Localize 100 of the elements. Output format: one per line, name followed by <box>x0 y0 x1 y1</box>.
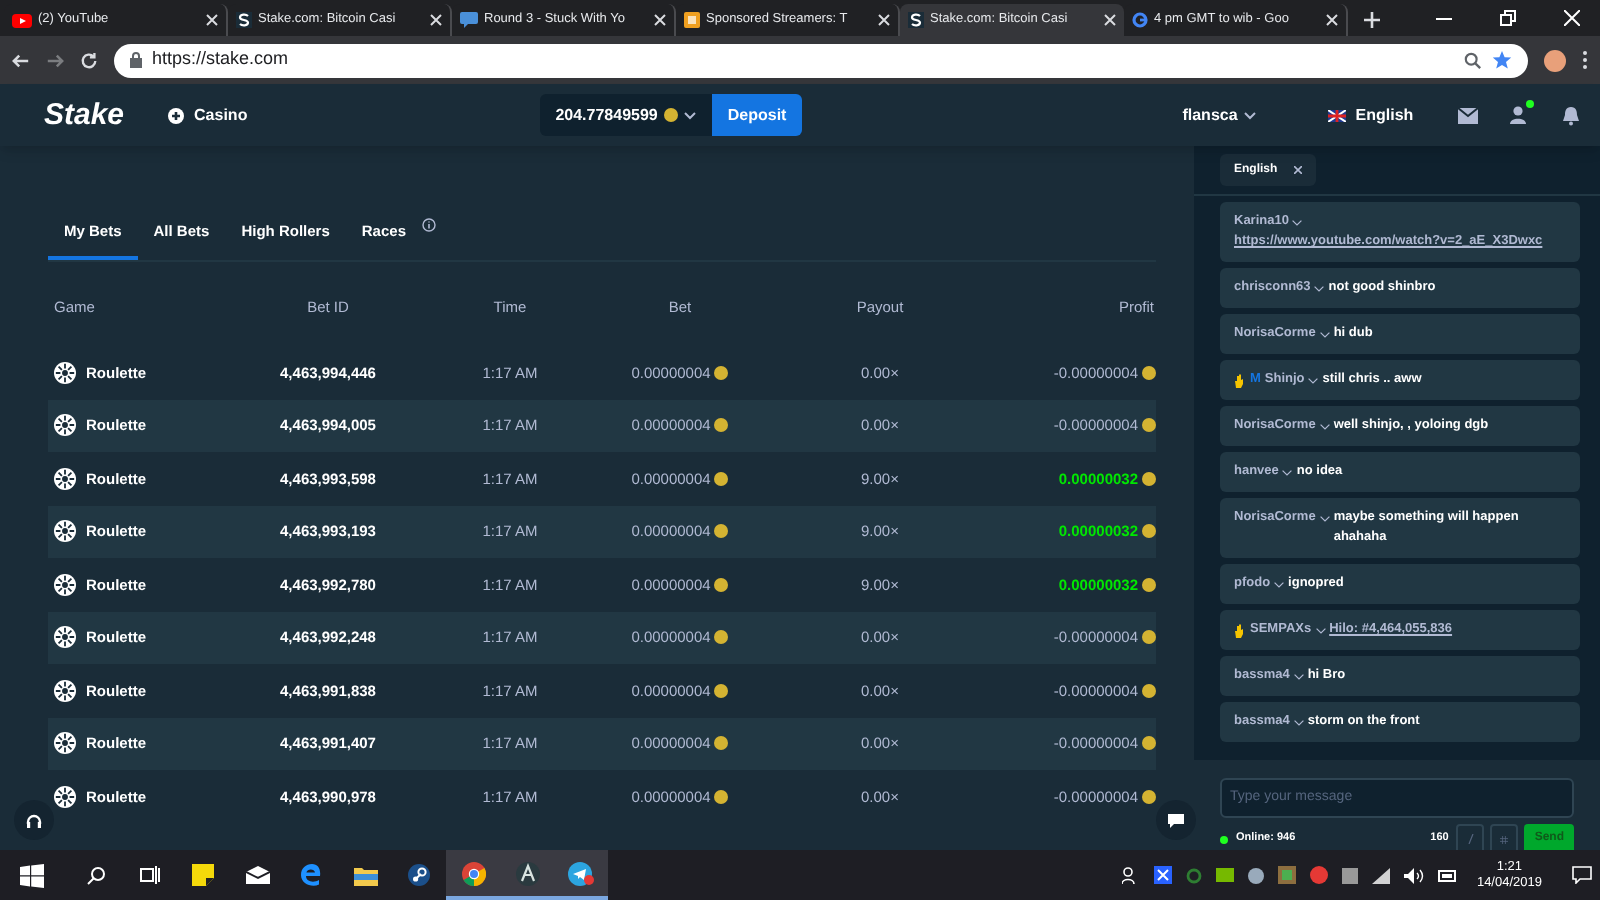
minimize-icon[interactable] <box>1436 17 1452 19</box>
s-logo-icon <box>908 12 924 28</box>
menu-icon[interactable] <box>1582 50 1588 70</box>
chevron-icon[interactable] <box>1314 286 1325 292</box>
chrome-icon[interactable] <box>461 861 485 885</box>
back-icon[interactable] <box>12 51 30 69</box>
chevron-icon[interactable] <box>1274 582 1285 588</box>
ring-icon[interactable] <box>1186 867 1203 883</box>
coin-icon <box>1142 683 1156 698</box>
volume-icon[interactable] <box>1404 867 1425 883</box>
envelope-icon[interactable] <box>245 866 269 884</box>
chevron-icon[interactable] <box>1282 470 1293 476</box>
a-emblem-icon[interactable] <box>515 861 539 885</box>
close-icon[interactable] <box>206 14 218 26</box>
chevron-icon <box>683 111 696 119</box>
coin-icon <box>714 683 729 698</box>
coin-icon <box>1142 789 1156 804</box>
close-icon[interactable] <box>878 14 890 26</box>
roulette-wheel-icon <box>54 785 76 808</box>
hand-icon <box>1234 373 1244 387</box>
speech-bubble-icon <box>460 12 478 28</box>
sticky-note-icon[interactable] <box>192 864 214 886</box>
new-tab-icon[interactable] <box>1364 12 1380 28</box>
chevron-icon[interactable] <box>1293 720 1304 726</box>
coin-icon <box>663 108 678 122</box>
square-app-icon <box>684 12 700 28</box>
slash-icon <box>1467 834 1474 844</box>
chevron-icon[interactable] <box>1319 424 1330 430</box>
language-selector[interactable]: English <box>1355 103 1414 127</box>
windows-icon[interactable] <box>19 863 43 887</box>
support-button[interactable] <box>14 800 54 840</box>
paper-plane-icon[interactable] <box>568 861 594 885</box>
people-icon[interactable] <box>1122 866 1141 884</box>
chevron-icon <box>1243 111 1256 119</box>
roulette-wheel-icon <box>54 414 76 437</box>
tray-app-icon[interactable] <box>1154 866 1173 884</box>
play-icon <box>12 13 32 27</box>
folder-icon[interactable] <box>353 865 377 885</box>
coin-icon <box>714 471 729 486</box>
forward-icon[interactable] <box>46 51 64 69</box>
roulette-wheel-icon <box>54 361 76 384</box>
restore-icon[interactable] <box>1500 10 1516 26</box>
coin-icon <box>714 630 729 645</box>
coin-icon <box>1142 630 1156 645</box>
coin-icon <box>1142 471 1156 486</box>
logo[interactable]: Stake <box>44 97 129 133</box>
friends-icon[interactable] <box>1510 106 1530 124</box>
wifi-icon[interactable] <box>1372 867 1391 883</box>
address-bar[interactable]: https://stake.com <box>114 43 1528 77</box>
headset-icon <box>26 813 42 827</box>
user-menu[interactable]: flansca <box>1182 103 1256 127</box>
coin-icon <box>1142 577 1156 592</box>
chevron-icon[interactable] <box>1293 674 1304 680</box>
close-icon[interactable] <box>1104 14 1116 26</box>
chevron-icon[interactable] <box>1292 220 1303 226</box>
coin-icon <box>714 789 729 804</box>
plus-circle-icon <box>168 107 185 123</box>
google-icon <box>1132 12 1148 28</box>
deposit-button[interactable]: Deposit <box>711 94 803 136</box>
close-icon[interactable] <box>430 14 442 26</box>
zoom-icon[interactable] <box>1464 51 1482 69</box>
coin-icon <box>1142 365 1156 380</box>
coin-icon <box>714 365 729 380</box>
bell-icon[interactable] <box>1562 105 1580 125</box>
search-icon[interactable] <box>85 865 105 885</box>
battery-icon[interactable] <box>1438 869 1459 881</box>
coin-icon <box>714 736 729 751</box>
coin-icon <box>1142 418 1156 433</box>
close-icon[interactable] <box>1293 166 1302 174</box>
profile-avatar[interactable] <box>1544 49 1566 71</box>
task-view-icon[interactable] <box>139 866 159 884</box>
chat-icon <box>1168 813 1184 827</box>
chevron-icon[interactable] <box>1315 628 1326 634</box>
roulette-wheel-icon <box>54 520 76 543</box>
star-icon[interactable] <box>1492 50 1512 70</box>
roulette-wheel-icon <box>54 679 76 702</box>
chevron-icon[interactable] <box>1319 332 1330 338</box>
balance-selector[interactable]: 204.77849599 <box>539 94 712 136</box>
hand-icon <box>1234 623 1244 637</box>
casino-link[interactable]: Casino <box>194 103 248 127</box>
close-icon[interactable] <box>1326 14 1338 26</box>
reload-icon[interactable] <box>80 51 98 69</box>
chat-toggle-button[interactable] <box>1156 800 1196 840</box>
e-browser-icon[interactable] <box>300 864 322 886</box>
roulette-wheel-icon <box>54 573 76 596</box>
info-icon[interactable] <box>422 218 436 232</box>
mail-icon[interactable] <box>1458 107 1478 123</box>
coin-icon <box>1142 524 1156 539</box>
chevron-icon[interactable] <box>1319 516 1330 522</box>
notification-icon[interactable] <box>1572 866 1592 884</box>
coin-icon <box>714 524 729 539</box>
coin-icon <box>714 577 729 592</box>
chevron-icon[interactable] <box>1308 378 1319 384</box>
coin-icon <box>1142 736 1156 751</box>
s-logo-icon <box>236 12 252 28</box>
roulette-wheel-icon <box>54 467 76 490</box>
close-icon[interactable] <box>654 14 666 26</box>
roulette-wheel-icon <box>54 732 76 755</box>
coin-icon <box>714 418 729 433</box>
roulette-wheel-icon <box>54 626 76 649</box>
